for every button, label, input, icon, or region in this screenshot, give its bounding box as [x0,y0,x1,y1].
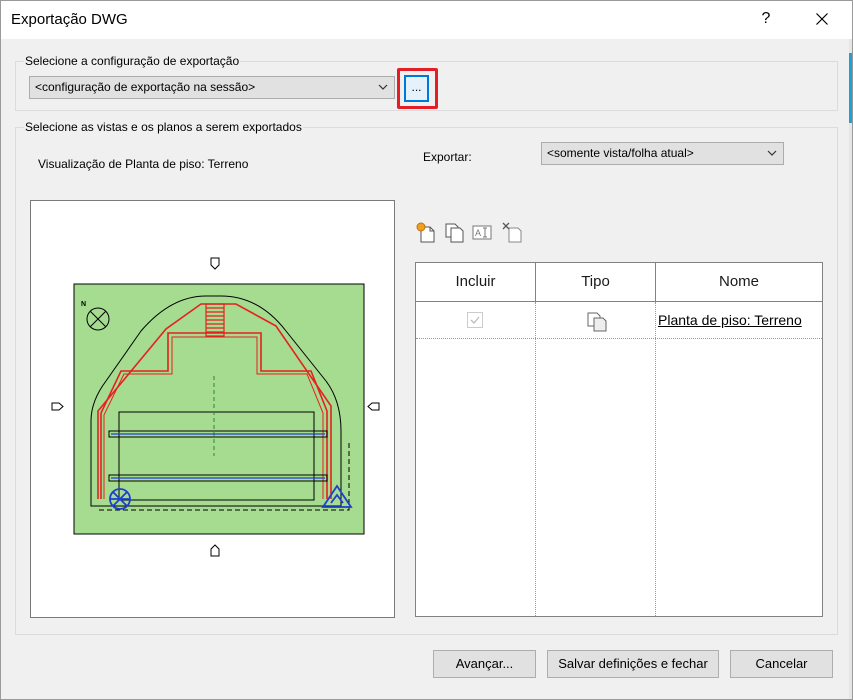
new-sheet-set-icon [416,222,435,243]
column-header-type[interactable]: Tipo [536,263,655,301]
check-icon [470,316,480,324]
delete-set-button[interactable] [501,221,523,243]
rename-icon: A [472,225,492,240]
cancel-button[interactable]: Cancelar [730,650,833,678]
export-label: Exportar: [423,150,472,164]
help-button[interactable]: ? [753,5,779,33]
window-title: Exportação DWG [11,11,128,28]
export-config-dropdown[interactable]: <configuração de exportação na sessão> [29,76,395,99]
duplicate-set-button[interactable] [443,221,465,243]
modify-setup-button[interactable]: ... [404,75,429,102]
advanced-button[interactable]: Avançar... [433,650,536,678]
preview-label: Visualização de Planta de piso: Terreno [38,157,249,171]
chevron-down-icon [767,150,777,156]
views-group-label: Selecione as vistas e os planos a serem … [24,120,303,134]
export-scope-dropdown[interactable]: <somente vista/folha atual> [541,142,784,165]
elevation-marker-bottom-icon [210,544,220,557]
sheet-view-icon [587,312,607,332]
floor-plan-drawing: N [51,257,380,557]
view-name-link[interactable]: Planta de piso: Terreno [658,312,802,328]
export-config-group-label: Selecione a configuração de exportação [24,54,241,68]
column-header-include[interactable]: Incluir [416,263,535,301]
table-header: Incluir Tipo Nome [416,263,822,302]
elevation-marker-top-icon [210,257,220,270]
svg-text:A: A [475,228,481,238]
export-config-value: <configuração de exportação na sessão> [35,80,256,94]
export-scope-value: <somente vista/folha atual> [547,146,694,160]
sheet-toolbar: A [415,221,535,247]
elevation-marker-right-icon [367,402,380,411]
north-label: N [81,301,86,308]
column-header-name[interactable]: Nome [656,263,822,301]
views-table: Incluir Tipo Nome Planta de piso: Terren… [415,262,823,617]
title-bar: Exportação DWG ? [1,1,852,39]
duplicate-sheet-icon [445,223,464,243]
save-and-close-button[interactable]: Salvar definições e fechar [547,650,719,678]
new-set-button[interactable] [415,221,437,243]
view-preview: N [30,200,395,618]
export-dwg-dialog: Exportação DWG ? Selecione a configuraçã… [0,0,853,700]
table-row[interactable]: Planta de piso: Terreno [416,302,822,339]
rename-set-button[interactable]: A [471,221,493,243]
chevron-down-icon [378,84,388,90]
include-checkbox[interactable] [467,312,483,328]
elevation-marker-left-icon [51,402,64,411]
close-icon [816,13,828,25]
close-button[interactable] [809,5,835,33]
window-edge [849,39,852,699]
delete-sheet-icon [502,222,522,243]
